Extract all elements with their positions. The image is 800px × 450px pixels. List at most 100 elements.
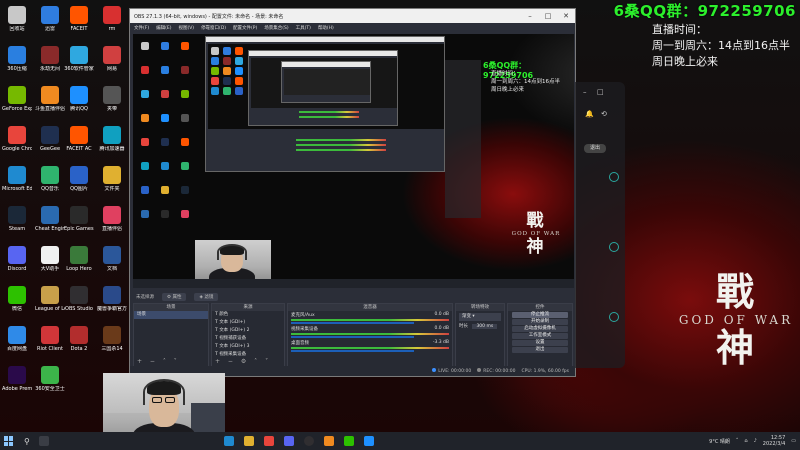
notification-icon[interactable]: ▭ xyxy=(791,438,796,444)
desktop-icon[interactable]: Riot Client xyxy=(35,326,65,352)
search-icon[interactable]: ⚲ xyxy=(24,437,30,446)
obs-taskbar-icon[interactable] xyxy=(303,436,314,446)
discord-icon[interactable] xyxy=(283,436,294,446)
desktop-icon[interactable]: 文档 xyxy=(97,246,127,272)
desktop-icon[interactable]: Steam xyxy=(2,206,32,232)
desktop-icon[interactable]: rm xyxy=(97,6,127,32)
desktop-icon[interactable]: FACEIT xyxy=(64,6,94,32)
knob-icon-2[interactable] xyxy=(609,242,619,252)
desktop-icon[interactable]: 直播伴侣 xyxy=(97,206,127,232)
transition-select[interactable]: 渐变 ▾ xyxy=(459,313,501,321)
maximize-icon[interactable]: □ xyxy=(597,88,604,96)
source-item[interactable]: T 文本 (GDI+) 3 xyxy=(212,343,284,351)
knob-icon-3[interactable] xyxy=(609,312,619,322)
obs-menu-item[interactable]: 视图(V) xyxy=(178,25,194,31)
douyu-icon[interactable] xyxy=(323,436,334,446)
chrome-icon[interactable] xyxy=(263,436,274,446)
share-icon[interactable]: ⟲ xyxy=(601,110,607,118)
exit-button[interactable]: 退出 xyxy=(584,144,606,153)
qq-icon[interactable] xyxy=(363,436,374,446)
desktop-icon[interactable]: Cheat Engine xyxy=(35,206,65,232)
maximize-icon[interactable]: □ xyxy=(539,12,557,20)
control-button[interactable]: 开始录制 xyxy=(512,319,568,325)
desktop-icon[interactable]: 魔兽争霸官方对战平台 xyxy=(97,286,127,312)
file-explorer-icon[interactable] xyxy=(243,436,254,446)
desktop-icon[interactable]: 360安全卫士 xyxy=(35,366,65,392)
desktop-icon[interactable]: QQ图片 xyxy=(64,166,94,192)
desktop-icon[interactable]: Microsoft Edge xyxy=(2,166,32,192)
desktop-icon[interactable]: 斗鱼直播伴侣 xyxy=(35,86,65,112)
duration-input[interactable]: 300 ms xyxy=(472,324,498,329)
desktop-icon[interactable]: 三国杀14 xyxy=(97,326,127,352)
desktop-icon[interactable]: 360压缩 xyxy=(2,46,32,72)
task-view-icon[interactable] xyxy=(38,436,49,446)
desktop-icon[interactable]: 回收站 xyxy=(2,6,32,32)
desktop-icon[interactable]: 夹带 xyxy=(97,86,127,112)
obs-menu-item[interactable]: 文件(F) xyxy=(134,25,149,31)
control-button[interactable]: 设置 xyxy=(512,340,568,346)
tray-chevron-icon[interactable]: ˄ xyxy=(736,438,739,444)
sources-dock-title: 来源 xyxy=(212,304,284,311)
filters-button[interactable]: ◈ 滤镜 xyxy=(194,292,219,301)
desktop-icon[interactable]: FACEIT AC xyxy=(64,126,94,152)
source-item[interactable]: T 文本 (GDI+) xyxy=(212,319,284,327)
wechat-icon[interactable] xyxy=(343,436,354,446)
windows-start-icon[interactable] xyxy=(4,436,14,446)
obs-menu-item[interactable]: 编辑(E) xyxy=(156,25,171,31)
desktop-icon[interactable]: Adobe Premie xyxy=(2,366,32,392)
sources-dock-buttons[interactable]: + − ⚙ ˄ ˅ xyxy=(215,358,271,365)
desktop-icon[interactable]: Google Chrome xyxy=(2,126,32,152)
source-item[interactable]: T 视频捕获设备 xyxy=(212,335,284,343)
desktop-icon[interactable]: GeeGee xyxy=(35,126,65,152)
clock[interactable]: 12:57 2022/3/4 xyxy=(763,435,785,447)
scenes-dock-buttons[interactable]: + − ˄ ˅ xyxy=(137,358,180,365)
weather-widget[interactable]: 9°C 晴朗 xyxy=(709,438,730,445)
obs-menu-item[interactable]: 停靠窗口(D) xyxy=(201,25,226,31)
properties-button[interactable]: ⚙ 属性 xyxy=(162,292,187,301)
obs-menu-item[interactable]: 帮助(H) xyxy=(318,25,334,31)
minimize-icon[interactable]: – xyxy=(521,12,539,20)
close-icon[interactable]: ✕ xyxy=(557,12,575,20)
control-button[interactable]: 退出 xyxy=(512,347,568,353)
control-button[interactable]: 启动虚拟摄像机 xyxy=(512,326,568,332)
desktop-icon-label: 斗鱼直播伴侣 xyxy=(35,106,65,112)
desktop-icon[interactable]: 腾讯QQ xyxy=(64,86,94,112)
scene-item[interactable]: 场景 xyxy=(134,311,208,319)
desktop-icon[interactable]: 腾讯加速器 xyxy=(97,126,127,152)
network-icon[interactable]: ⌂ xyxy=(744,438,747,444)
desktop-icon[interactable]: 文件夹 xyxy=(97,166,127,192)
desktop-icon[interactable]: 360软件管家 xyxy=(64,46,94,72)
desktop-icon-label: 三国杀14 xyxy=(101,346,123,352)
control-button[interactable]: 工作室模式 xyxy=(512,333,568,339)
desktop-icon[interactable]: 网易 xyxy=(97,46,127,72)
desktop-icon[interactable]: 百度网盘 xyxy=(2,326,32,352)
desktop-icon[interactable]: Loop Hero xyxy=(64,246,94,272)
desktop-icon[interactable]: 大V助手 xyxy=(35,246,65,272)
knob-icon[interactable] xyxy=(609,172,619,182)
volume-slider[interactable] xyxy=(291,322,415,324)
desktop-icon[interactable]: GeForce Experience xyxy=(2,86,32,112)
obs-menu-item[interactable]: 场景集合(S) xyxy=(264,25,288,31)
app-icon xyxy=(41,6,59,24)
obs-menu-item[interactable]: 配置文件(P) xyxy=(233,25,257,31)
desktop-icon[interactable]: Dota 2 xyxy=(64,326,94,352)
bell-icon[interactable]: 🔔 xyxy=(585,110,594,118)
desktop-icon[interactable]: League of Legends xyxy=(35,286,65,312)
edge-icon[interactable] xyxy=(223,436,234,446)
desktop-icon[interactable]: 微信 xyxy=(2,286,32,312)
desktop-icon[interactable]: Epic Games Launcher xyxy=(64,206,94,232)
desktop-icon[interactable]: QQ音乐 xyxy=(35,166,65,192)
obs-preview[interactable]: 6桑QQ群：972259706 直播时间： 周一到周六：14点到16点半 周日晚… xyxy=(133,34,574,288)
source-item[interactable]: T 颜色 xyxy=(212,311,284,319)
volume-icon[interactable]: ♪ xyxy=(754,438,757,444)
volume-slider[interactable] xyxy=(291,336,415,338)
control-button[interactable]: 停止推流 xyxy=(512,312,568,318)
volume-slider[interactable] xyxy=(291,350,415,352)
desktop-icon[interactable]: OBS Studio xyxy=(64,286,94,312)
desktop-icon[interactable]: 迅雷 xyxy=(35,6,65,32)
obs-menu-item[interactable]: 工具(T) xyxy=(296,25,311,31)
desktop-icon[interactable]: Discord xyxy=(2,246,32,272)
minimize-icon[interactable]: – xyxy=(583,88,587,96)
desktop-icon[interactable]: 永劫无间 xyxy=(35,46,65,72)
source-item[interactable]: T 文本 (GDI+) 2 xyxy=(212,327,284,335)
